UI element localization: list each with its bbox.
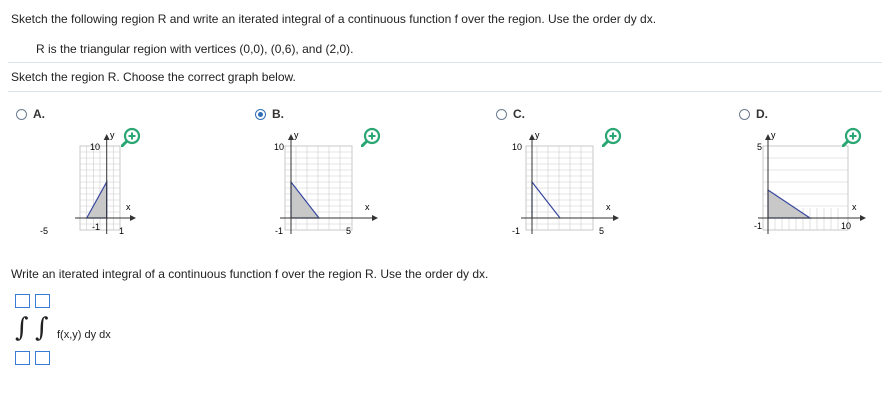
radio-option-c[interactable] (496, 108, 507, 120)
inner-lower-limit-input[interactable] (35, 351, 50, 365)
x-axis-label: x (852, 202, 857, 212)
inner-integral-sign: ∫ (35, 313, 49, 343)
y-axis-label: y (535, 130, 540, 140)
xmin-label: -1 (275, 226, 283, 236)
ymax-label: 10 (90, 142, 100, 152)
divider (8, 91, 882, 92)
option-b-label: B. (272, 107, 284, 121)
x-axis-label: x (606, 202, 611, 212)
option-a[interactable]: A. (16, 107, 45, 121)
y-axis-label: y (110, 130, 115, 140)
xmin-label: -1 (754, 221, 762, 231)
ymin-label: -1 (92, 222, 100, 232)
x-axis-label: x (126, 202, 131, 212)
xmax-label: 1 (119, 226, 124, 236)
ymax-label: 10 (512, 142, 522, 152)
xmax-label: 10 (841, 221, 851, 231)
inner-upper-limit-input[interactable] (35, 294, 50, 308)
option-b[interactable]: B. (255, 107, 284, 121)
xmax-label: 5 (346, 226, 351, 236)
option-c-label: C. (513, 107, 525, 121)
zoom-in-icon[interactable] (121, 127, 141, 147)
ymax-label: 5 (757, 142, 762, 152)
y-axis-label: y (771, 130, 776, 140)
zoom-in-icon[interactable] (842, 127, 862, 147)
radio-option-a[interactable] (16, 108, 27, 120)
ymax-label: 10 (274, 142, 284, 152)
x-axis-label: x (365, 202, 370, 212)
option-d-label: D. (756, 107, 768, 121)
y-axis-label: y (294, 130, 299, 140)
xmin-label: -1 (512, 226, 520, 236)
part1-prompt: Sketch the region R. Choose the correct … (11, 70, 296, 84)
outer-lower-limit-input[interactable] (15, 351, 30, 365)
option-c[interactable]: C. (496, 107, 525, 121)
option-d[interactable]: D. (739, 107, 768, 121)
instruction-text: Sketch the following region R and write … (11, 12, 657, 26)
outer-integral-sign: ∫ (15, 313, 29, 343)
radio-option-b[interactable] (255, 108, 266, 120)
xmin-label: -5 (40, 226, 48, 236)
zoom-in-icon[interactable] (361, 127, 381, 147)
xmax-label: 5 (599, 226, 604, 236)
radio-option-d[interactable] (739, 108, 750, 120)
region-description: R is the triangular region with vertices… (36, 42, 354, 56)
option-a-label: A. (33, 107, 45, 121)
zoom-in-icon[interactable] (602, 127, 622, 147)
divider (8, 62, 882, 63)
integrand-text: f(x,y) dy dx (57, 329, 111, 341)
part2-prompt: Write an iterated integral of a continuo… (11, 267, 489, 281)
outer-upper-limit-input[interactable] (15, 294, 30, 308)
